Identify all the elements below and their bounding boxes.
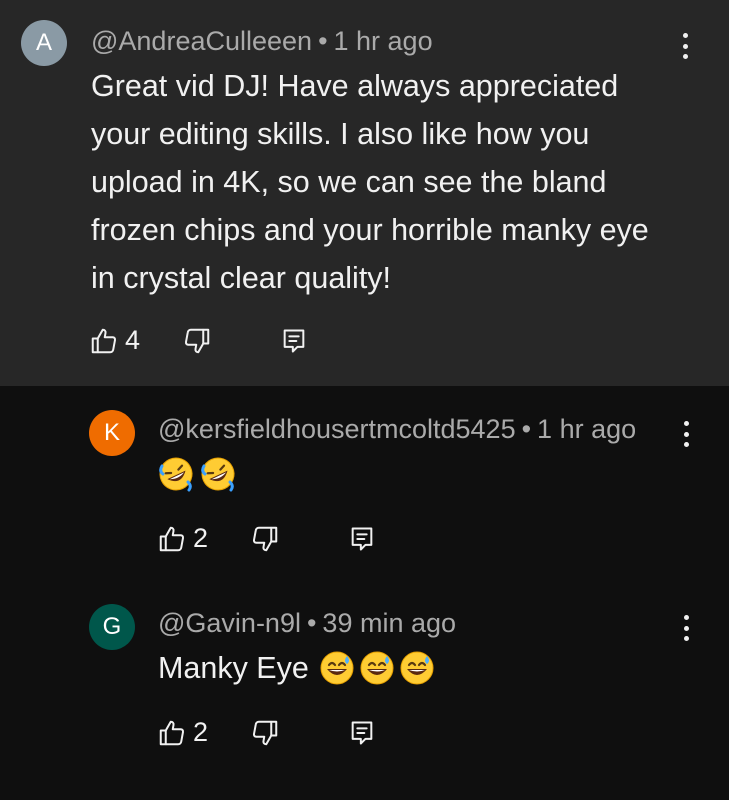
rolling-on-floor-laughing-emoji — [159, 457, 193, 492]
comment-time: 1 hr ago — [537, 414, 637, 444]
reply-button[interactable] — [280, 326, 308, 356]
reply-comment-icon — [283, 329, 305, 352]
reply-comment: K @kersfieldhousertmcoltd5425•1 hr ago — [0, 386, 729, 578]
avatar[interactable]: A — [21, 20, 67, 66]
meta-separator: • — [318, 26, 328, 56]
reply-comment-icon — [351, 527, 373, 550]
thumbs-up-icon — [159, 526, 185, 551]
avatar[interactable]: K — [89, 410, 135, 456]
like-count: 2 — [193, 523, 209, 553]
comment-meta: @AndreaCulleeen • 1 hr ago — [91, 26, 433, 57]
comment-meta: @Gavin-n9l • 39 min ago — [158, 608, 456, 639]
more-vertical-icon[interactable] — [676, 419, 696, 449]
comment-thread-main: A @AndreaCulleeen • 1 hr ago Great vid DJ!… — [0, 0, 729, 386]
reply-button[interactable] — [348, 718, 376, 748]
comment-time: 1 hr ago — [333, 26, 433, 56]
meta-separator: • — [521, 414, 532, 444]
dislike-button[interactable] — [182, 326, 212, 356]
rolling-on-floor-laughing-emoji — [201, 457, 235, 492]
comment-time: 39 min ago — [322, 608, 457, 638]
thumbs-down-icon — [252, 720, 278, 745]
reply-comment: G @Gavin-n9l • 39 min ago Manky Eye 2 — [0, 578, 729, 800]
comment-text-line: in crystal clear quality! — [91, 261, 392, 295]
dislike-button[interactable] — [250, 524, 280, 554]
comment-meta: @kersfieldhousertmcoltd5425 • 1 hr ago — [158, 414, 636, 445]
thumbs-up-icon — [159, 720, 185, 745]
thumbs-down-icon — [252, 526, 278, 551]
avatar[interactable]: G — [89, 604, 135, 650]
thumbs-up-icon — [91, 328, 117, 353]
more-vertical-icon[interactable] — [676, 613, 696, 643]
comment-text-content: Manky Eye — [158, 651, 309, 685]
comment-text-line: Great vid DJ! Have always appreciated — [91, 69, 619, 103]
like-button[interactable]: 2 — [157, 717, 208, 748]
comment-text-line: frozen chips and your horrible manky eye — [91, 213, 649, 247]
comment-text: Great vid DJ! Have always appreciated yo… — [91, 62, 649, 302]
meta-separator: • — [306, 608, 317, 638]
more-vertical-icon[interactable] — [675, 31, 695, 61]
avatar-letter: G — [102, 613, 122, 640]
grinning-face-with-sweat-emoji — [400, 651, 434, 685]
reply-comment-icon — [351, 721, 373, 744]
avatar-letter: K — [103, 419, 120, 446]
comment-author[interactable]: @AndreaCulleeen — [91, 26, 312, 56]
thumbs-down-icon — [184, 328, 210, 353]
comment-actions: 2 — [157, 523, 376, 554]
comment-author[interactable]: @Gavin-n9l — [158, 608, 301, 638]
comment-actions: 2 — [157, 717, 376, 748]
like-button[interactable]: 2 — [157, 523, 208, 554]
grinning-face-with-sweat-emoji — [360, 651, 394, 685]
comment-text: Manky Eye — [158, 646, 435, 690]
like-count: 2 — [193, 717, 209, 747]
avatar-letter: A — [35, 29, 52, 56]
dislike-button[interactable] — [250, 718, 280, 748]
comment-text-line: your editing skills. I also like how you — [91, 117, 590, 151]
grinning-face-with-sweat-emoji — [320, 651, 354, 685]
comment-author[interactable]: @kersfieldhousertmcoltd5425 — [158, 414, 516, 444]
comment-actions: 4 — [89, 325, 308, 356]
like-button[interactable]: 4 — [89, 325, 140, 356]
comment-text-line: upload in 4K, so we can see the bland — [91, 165, 607, 199]
reply-button[interactable] — [348, 524, 376, 554]
comment-text — [158, 452, 236, 496]
like-count: 4 — [125, 325, 141, 355]
